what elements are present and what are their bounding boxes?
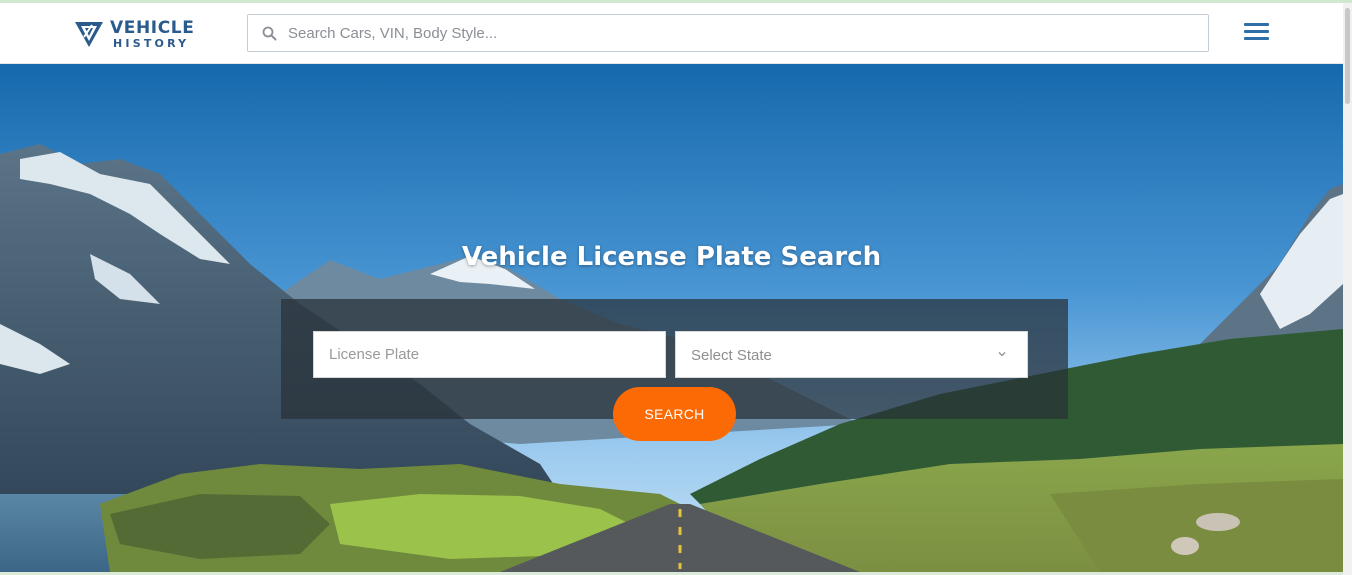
site-search-bar[interactable] <box>247 14 1209 52</box>
state-select-dropdown[interactable]: Select State <box>675 331 1028 378</box>
site-header: VEHICLE HISTORY <box>0 3 1343 64</box>
logo-word-vehicle: VEHICLE <box>110 17 195 38</box>
search-icon <box>262 25 278 41</box>
logo-mark-icon <box>75 22 103 47</box>
search-button[interactable]: SEARCH <box>613 387 736 441</box>
hamburger-menu-icon[interactable] <box>1244 23 1272 45</box>
search-input[interactable] <box>288 24 1168 42</box>
state-select-value: Select State <box>691 347 772 364</box>
menu-bar-bottom <box>1244 37 1269 40</box>
site-logo[interactable]: VEHICLE HISTORY <box>74 17 219 51</box>
logo-wordmark: VEHICLE HISTORY <box>110 17 195 50</box>
hero-section: Vehicle License Plate Search Select Stat… <box>0 64 1343 572</box>
hero-title: Vehicle License Plate Search <box>461 242 882 272</box>
menu-bar-middle <box>1244 30 1269 33</box>
menu-bar-top <box>1244 23 1269 26</box>
logo-word-history: HISTORY <box>113 36 190 50</box>
license-plate-input[interactable] <box>313 331 666 378</box>
scrollbar-thumb[interactable] <box>1345 8 1350 104</box>
chevron-down-icon <box>998 352 1006 357</box>
